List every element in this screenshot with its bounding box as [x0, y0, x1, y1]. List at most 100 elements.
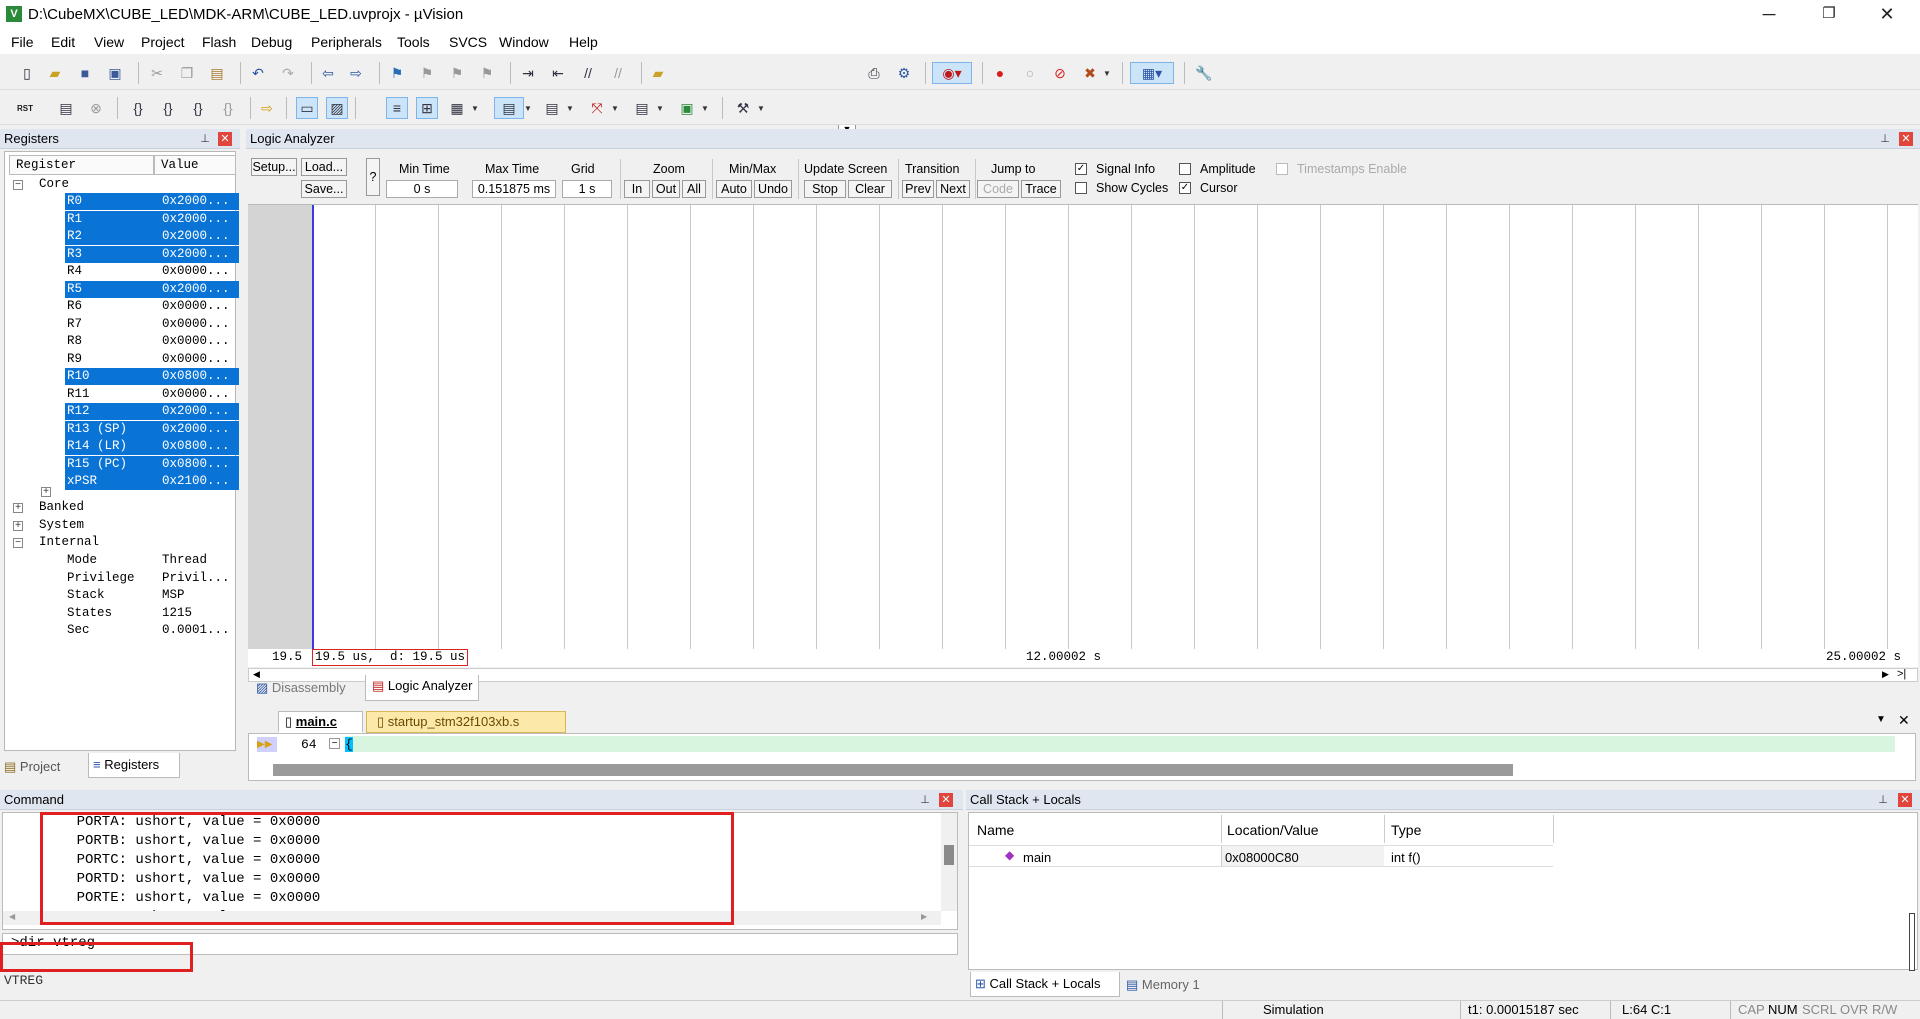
run-to-cursor-icon[interactable]: {}	[217, 97, 239, 119]
column-type-header[interactable]: Type	[1391, 822, 1421, 838]
internal-row[interactable]: States 1215	[5, 605, 237, 623]
tab-project[interactable]: ▤ Project	[4, 756, 84, 778]
register-row[interactable]: R15 (PC) 0x0800...	[5, 455, 239, 474]
menu-view[interactable]: View	[94, 34, 124, 50]
uncomment-icon[interactable]: //	[607, 62, 629, 84]
expand-banked-icon[interactable]: +	[13, 503, 23, 513]
internal-row[interactable]: Mode Thread	[5, 552, 237, 570]
register-value[interactable]: 0x0000...	[162, 316, 230, 334]
incremental-find-icon[interactable]: ⎙	[863, 62, 885, 84]
tab-call-stack[interactable]: ⊞ Call Stack + Locals	[970, 972, 1120, 997]
find-in-files-icon[interactable]: ▰	[647, 62, 669, 84]
value-column-header[interactable]: Value	[154, 155, 236, 175]
indent-icon[interactable]: ⇥	[517, 62, 539, 84]
zoom-in-button[interactable]: In	[624, 180, 650, 198]
close-icon[interactable]: ✕	[939, 793, 953, 807]
register-value[interactable]: 0x0800...	[162, 368, 230, 386]
trace-dropdown[interactable]: ▼	[655, 97, 665, 119]
navigate-forward-icon[interactable]: ⇨	[345, 62, 367, 84]
stop-icon[interactable]: ⊗	[85, 97, 107, 119]
register-column-header[interactable]: Register	[9, 155, 154, 175]
register-value[interactable]: 0x0800...	[162, 456, 230, 474]
redo-icon[interactable]: ↷	[277, 62, 299, 84]
core-group-label[interactable]: Core	[39, 177, 69, 191]
open-folder-icon[interactable]: ▰	[44, 62, 66, 84]
system-viewer-dropdown[interactable]: ▼	[700, 97, 710, 119]
step-out-icon[interactable]: {}	[187, 97, 209, 119]
window-layout-icon[interactable]: ▦▾	[1130, 62, 1174, 84]
watch-windows-icon[interactable]: ▦	[446, 97, 468, 119]
register-value[interactable]: 0x0000...	[162, 351, 230, 369]
setup-button[interactable]: Setup...	[251, 158, 297, 176]
register-row[interactable]: R0 0x2000...	[5, 193, 239, 211]
save-button[interactable]: Save...	[301, 180, 347, 198]
scroll-end-button[interactable]: >|	[1897, 668, 1906, 680]
call-stack-scrollbar[interactable]	[1909, 913, 1915, 971]
table-row[interactable]: ◆ main 0x08000C80 int f()	[969, 845, 1553, 867]
menu-file[interactable]: File	[11, 34, 34, 50]
save-all-icon[interactable]: ▣	[104, 62, 126, 84]
kill-breakpoints-icon[interactable]: ✖	[1079, 62, 1101, 84]
column-location-header[interactable]: Location/Value	[1227, 822, 1319, 838]
code-button[interactable]: Code	[977, 180, 1019, 198]
prev-button[interactable]: Prev	[902, 180, 934, 198]
scroll-right-icon[interactable]: ▶	[1882, 669, 1889, 680]
bookmark-prev-icon[interactable]: ⚑	[416, 62, 438, 84]
system-viewer-icon[interactable]: ▣	[676, 97, 698, 119]
step-over-icon[interactable]: {}	[157, 97, 179, 119]
register-value[interactable]: 0x2000...	[162, 246, 230, 264]
register-value[interactable]: 0x2000...	[162, 281, 230, 299]
register-row[interactable]: R12 0x2000...	[5, 403, 239, 421]
save-icon[interactable]: ■	[74, 62, 96, 84]
waveform-area[interactable]	[248, 204, 1918, 649]
register-row[interactable]: R2 0x2000...	[5, 228, 239, 246]
menu-flash[interactable]: Flash	[202, 34, 236, 50]
editor-content[interactable]: ▶▶ 64 − {	[248, 733, 1916, 781]
analysis-dropdown[interactable]: ▼	[610, 97, 620, 119]
expand-xpsr-icon[interactable]: +	[41, 487, 51, 497]
analysis-window-icon[interactable]: ⤧	[586, 97, 608, 119]
register-row[interactable]: R1 0x2000...	[5, 210, 239, 229]
register-row[interactable]: R6 0x0000...	[5, 298, 237, 316]
register-value[interactable]: 0x2000...	[162, 403, 230, 421]
breakpoints-dropdown[interactable]: ▼	[1102, 62, 1112, 84]
close-icon[interactable]: ✕	[1899, 132, 1913, 146]
undo-icon[interactable]: ↶	[247, 62, 269, 84]
disable-breakpoints-icon[interactable]: ⊘	[1049, 62, 1071, 84]
banked-group-label[interactable]: Banked	[39, 500, 84, 514]
fold-icon[interactable]: −	[329, 738, 340, 749]
close-button[interactable]: ✕	[1858, 0, 1916, 30]
unindent-icon[interactable]: ⇤	[547, 62, 569, 84]
waveform-scrollbar[interactable]: ◀ ▶ >|	[248, 668, 1918, 682]
zoom-out-button[interactable]: Out	[652, 180, 680, 198]
enable-breakpoint-icon[interactable]: ○	[1019, 62, 1041, 84]
menu-debug[interactable]: Debug	[251, 34, 292, 50]
amplitude-checkbox[interactable]	[1179, 163, 1191, 175]
close-icon[interactable]: ✕	[218, 132, 232, 146]
start-debug-session-icon[interactable]: ◉▾	[932, 62, 972, 84]
show-cycles-checkbox[interactable]	[1075, 182, 1087, 194]
registers-tree[interactable]: Register Value − Core R0 0x2000... R1 0x200…	[4, 151, 239, 751]
register-row[interactable]: R13 (SP) 0x2000...	[5, 420, 239, 439]
timestamps-checkbox[interactable]	[1276, 163, 1288, 175]
disassembly-window-icon[interactable]: ▨	[326, 97, 348, 119]
internal-row[interactable]: Stack MSP	[5, 587, 237, 605]
editor-tabs-dropdown-icon[interactable]: ▼	[1876, 714, 1886, 725]
scroll-right-icon[interactable]: ▶	[921, 912, 927, 921]
call-stack-table[interactable]: Name Location/Value Type ◆ main 0x08000C…	[968, 812, 1918, 971]
register-value[interactable]: 0x2000...	[162, 193, 230, 211]
internal-row[interactable]: Privilege Privil...	[5, 570, 237, 588]
call-stack-window-icon[interactable]: ⊞	[416, 97, 438, 119]
register-value[interactable]: 0x0000...	[162, 333, 230, 351]
tab-main-c[interactable]: ▯ main.c	[278, 711, 363, 733]
internal-group-label[interactable]: Internal	[39, 535, 99, 549]
help-button[interactable]: ?	[366, 158, 380, 196]
register-value[interactable]: 0x2000...	[162, 228, 230, 246]
register-row[interactable]: R7 0x0000...	[5, 316, 237, 334]
tab-disassembly[interactable]: ▨ Disassembly	[250, 677, 352, 701]
menu-svcs[interactable]: SVCS	[449, 34, 487, 50]
menu-project[interactable]: Project	[141, 34, 185, 50]
tab-startup-s[interactable]: ▯ startup_stm32f103xb.s	[366, 711, 566, 733]
bookmark-toggle-icon[interactable]: ⚑	[386, 62, 408, 84]
collapse-internal-icon[interactable]: −	[13, 538, 23, 548]
